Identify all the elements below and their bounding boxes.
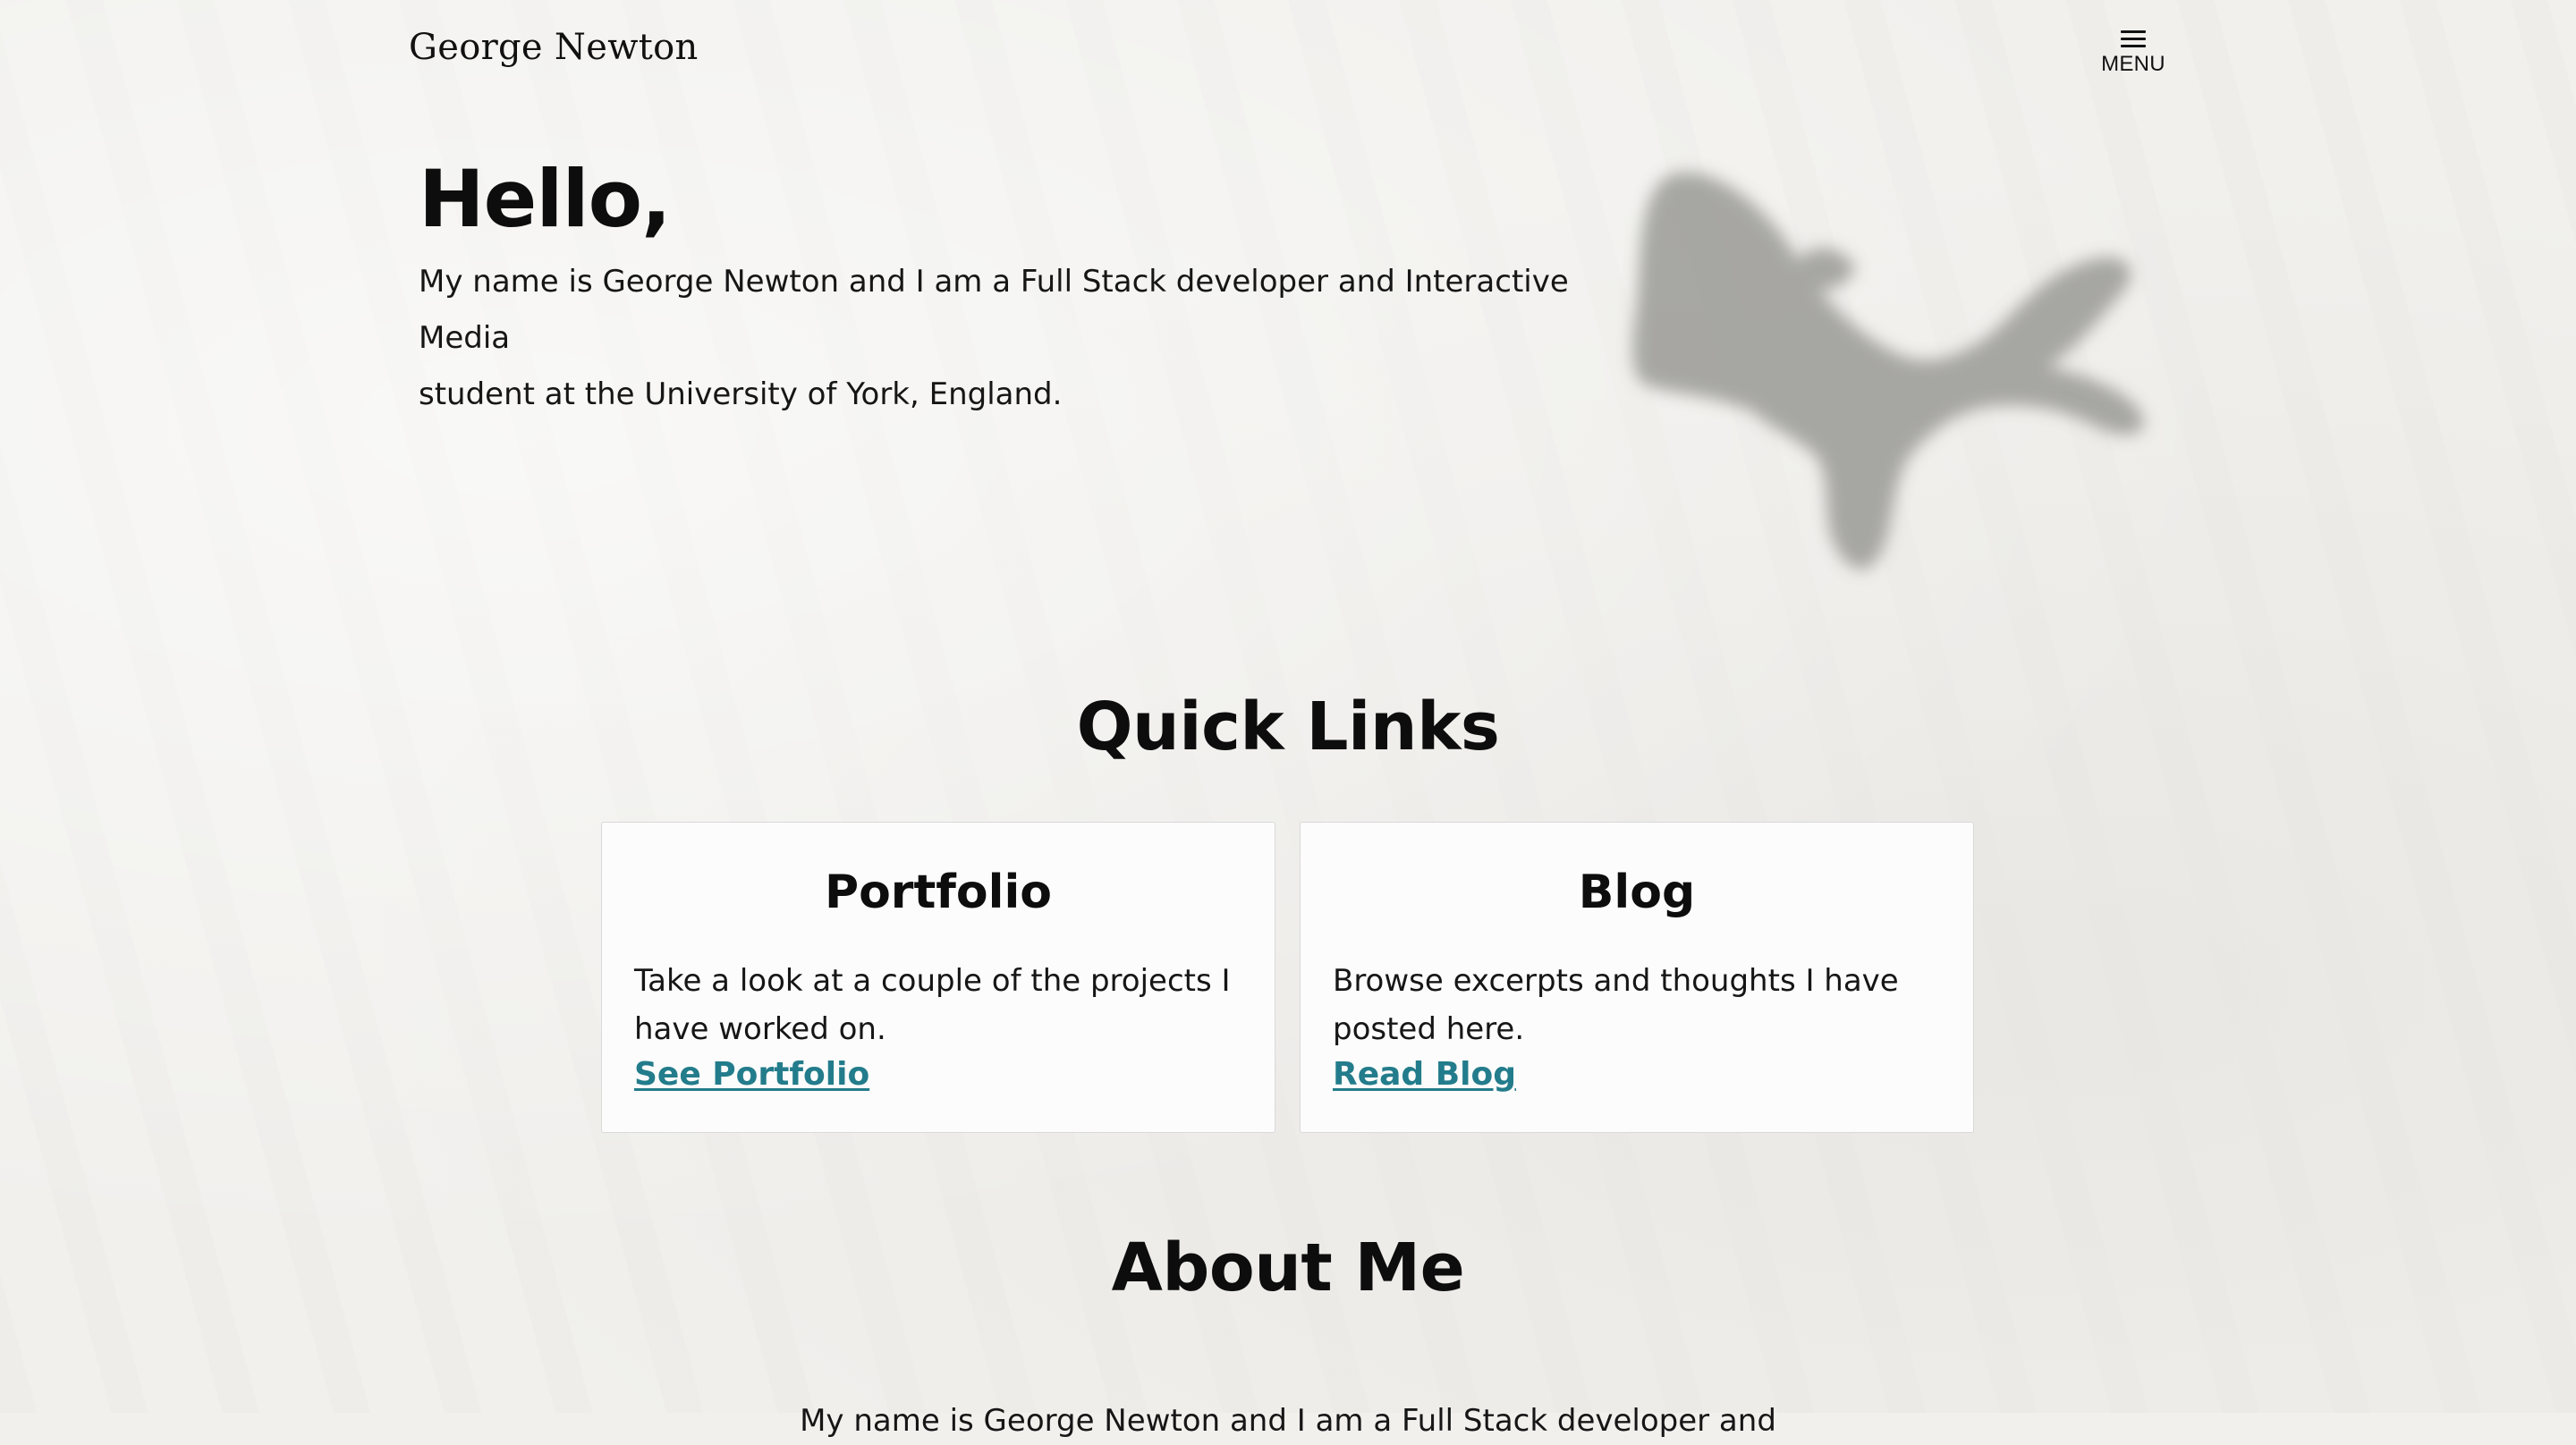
portfolio-card: Portfolio Take a look at a couple of the… — [601, 822, 1275, 1133]
menu-label: MENU — [2101, 52, 2165, 76]
fish-shadow-icon — [1632, 173, 2144, 570]
see-portfolio-link[interactable]: See Portfolio — [634, 1053, 869, 1096]
about-me-title: About Me — [1111, 1230, 1465, 1306]
site-brand-link[interactable]: George Newton — [409, 27, 699, 68]
quick-links-title: Quick Links — [1076, 689, 1500, 765]
hero-section: Hello, My name is George Newton and I am… — [419, 150, 1617, 423]
quick-links-cards: Portfolio Take a look at a couple of the… — [601, 822, 1975, 1135]
hero-intro-line1: My name is George Newton and I am a Full… — [419, 264, 1569, 356]
hero-heading: Hello, — [419, 153, 672, 245]
hero-intro: My name is George Newton and I am a Full… — [419, 254, 1617, 423]
about-me-text: My name is George Newton and I am a Full… — [800, 1403, 1776, 1439]
portfolio-card-description: Take a look at a couple of the projects … — [634, 963, 1231, 1047]
portfolio-card-title: Portfolio — [824, 866, 1053, 919]
menu-button[interactable]: MENU — [2093, 29, 2174, 91]
hamburger-icon — [2121, 29, 2146, 48]
blog-card-description: Browse excerpts and thoughts I have post… — [1333, 963, 1899, 1047]
site-header: George Newton MENU — [0, 0, 2576, 107]
blog-card: Blog Browse excerpts and thoughts I have… — [1300, 822, 1974, 1133]
read-blog-link[interactable]: Read Blog — [1333, 1053, 1516, 1096]
hero-intro-line2: student at the University of York, Engla… — [419, 376, 1063, 412]
blog-card-title: Blog — [1578, 866, 1696, 919]
